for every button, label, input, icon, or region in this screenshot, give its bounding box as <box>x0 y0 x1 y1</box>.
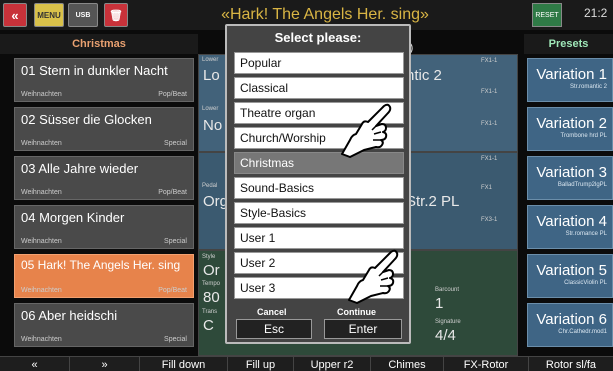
trash-icon[interactable]: 🗑 <box>104 3 128 27</box>
song-category: Weihnachten <box>21 336 62 343</box>
upper-r2-button[interactable]: Upper r2 <box>294 357 371 371</box>
song-item-3[interactable]: 03 Alle Jahre wieder Weihnachten Pop/Bea… <box>14 156 194 200</box>
option-classical[interactable]: Classical <box>234 77 404 99</box>
song-category: Weihnachten <box>21 189 62 196</box>
continue-label: Continue <box>337 307 376 317</box>
preset-variation-2[interactable]: Variation 2 Trombone hrd PL <box>527 107 613 151</box>
preset-sub: BalladTrump2lgPL <box>557 182 607 188</box>
preset-name: Variation 4 <box>536 213 607 230</box>
option-sound-basics[interactable]: Sound-Basics <box>234 177 404 199</box>
upper-voice-text: ntic 2 <box>406 67 442 84</box>
barcount-value: 1 <box>435 295 444 312</box>
preset-name: Variation 2 <box>536 115 607 132</box>
lower-label: Lower <box>202 57 219 63</box>
no-text: No <box>203 117 223 134</box>
tempo-label: Tempo <box>202 281 221 287</box>
style-value: Or <box>203 262 220 279</box>
fx-label: FX1-1 <box>481 89 498 95</box>
song-name: 01 Stern in dunkler Nacht <box>21 63 168 78</box>
signature-value: 4/4 <box>435 327 456 344</box>
usb-icon[interactable]: USB <box>68 3 98 27</box>
song-item-4[interactable]: 04 Morgen Kinder Weihnachten Special <box>14 205 194 249</box>
option-user-1[interactable]: User 1 <box>234 227 404 249</box>
bottom-bar: « » Fill down Fill up Upper r2 Chimes FX… <box>0 356 613 371</box>
list-header: Christmas <box>0 34 198 54</box>
preset-name: Variation 6 <box>536 311 607 328</box>
dialog-title: Select please: <box>274 30 362 45</box>
song-name: 02 Süsser die Glocken <box>21 112 152 127</box>
preset-name: Variation 3 <box>536 164 607 181</box>
fx-label: FX3-1 <box>481 217 498 223</box>
song-item-1[interactable]: 01 Stern in dunkler Nacht Weihnachten Po… <box>14 58 194 102</box>
style-label: Style <box>202 254 216 260</box>
hand-pointer-icon <box>348 249 399 304</box>
song-item-6[interactable]: 06 Aber heidschi Weihnachten Special <box>14 303 194 347</box>
lower-label: Lower <box>202 106 219 112</box>
trans-label: Trans <box>202 309 218 315</box>
preset-name: Variation 5 <box>536 262 607 279</box>
song-name: 06 Aber heidschi <box>21 308 118 323</box>
preset-variation-4[interactable]: Variation 4 Str.romance PL <box>527 205 613 249</box>
preset-variation-6[interactable]: Variation 6 Chr.Cathedr.mod1 <box>527 303 613 347</box>
fx-label: FX1-1 <box>481 156 498 162</box>
song-title: «Hark! The Angels Her. sing» <box>221 6 429 23</box>
song-name: 04 Morgen Kinder <box>21 210 125 225</box>
clock: 21:2 <box>584 6 608 20</box>
scroll-up-button[interactable]: « <box>0 357 70 371</box>
cancel-label: Cancel <box>257 307 287 317</box>
preset-variation-3[interactable]: Variation 3 BalladTrump2lgPL <box>527 156 613 200</box>
song-style: Special <box>164 238 187 245</box>
trans-value: C <box>203 317 214 334</box>
pedal-label: Pedal <box>202 183 218 189</box>
song-category: Weihnachten <box>21 91 62 98</box>
menu-icon[interactable]: MENU <box>34 3 64 27</box>
option-style-basics[interactable]: Style-Basics <box>234 202 404 224</box>
back-icon[interactable]: « <box>3 3 27 27</box>
preset-sub: Str.romantic 2 <box>569 84 607 90</box>
song-style: Pop/Beat <box>158 91 187 98</box>
song-style: Special <box>164 140 187 147</box>
song-style: Special <box>164 336 187 343</box>
preset-sub: Chr.Cathedr.mod1 <box>558 329 607 335</box>
voice-text: Str.2 PL <box>406 193 460 210</box>
song-name: 05 Hark! The Angels Her. sing <box>21 258 181 272</box>
preset-sub: Str.romance PL <box>565 231 607 237</box>
fx-rotor-button[interactable]: FX-Rotor <box>444 357 529 371</box>
song-name: 03 Alle Jahre wieder <box>21 161 139 176</box>
preset-variation-1[interactable]: Variation 1 Str.romantic 2 <box>527 58 613 102</box>
song-category: Weihnachten <box>21 238 62 245</box>
fx-label: FX1-1 <box>481 121 498 127</box>
song-category: Weihnachten <box>21 287 62 294</box>
song-category: Weihnachten <box>21 140 62 147</box>
preset-name: Variation 1 <box>536 66 607 83</box>
scroll-down-button[interactable]: » <box>70 357 140 371</box>
signature-label: Signature <box>435 319 461 325</box>
barcount-label: Barcount <box>435 287 460 293</box>
option-popular[interactable]: Popular <box>234 52 404 74</box>
song-item-5[interactable]: 05 Hark! The Angels Her. sing Weihnachte… <box>14 254 194 298</box>
fill-up-button[interactable]: Fill up <box>228 357 294 371</box>
fx-label: FX1-1 <box>481 58 498 64</box>
esc-button[interactable]: Esc <box>236 319 312 339</box>
reset-icon[interactable]: RESET <box>532 3 562 27</box>
tempo-value: 80 <box>203 289 220 306</box>
song-item-2[interactable]: 02 Süsser die Glocken Weihnachten Specia… <box>14 107 194 151</box>
chimes-button[interactable]: Chimes <box>371 357 444 371</box>
rotor-speed-button[interactable]: Rotor sl/fa <box>529 357 613 371</box>
hand-pointer-icon <box>341 103 392 158</box>
preset-variation-5[interactable]: Variation 5 ClassicViolin PL <box>527 254 613 298</box>
enter-button[interactable]: Enter <box>324 319 402 339</box>
fx-label: FX1 <box>481 185 493 191</box>
preset-sub: ClassicViolin PL <box>564 280 607 286</box>
song-style: Pop/Beat <box>158 287 187 294</box>
fill-down-button[interactable]: Fill down <box>140 357 228 371</box>
lo-text: Lo <box>203 67 220 84</box>
preset-sub: Trombone hrd PL <box>560 133 607 139</box>
song-style: Pop/Beat <box>158 189 187 196</box>
presets-header: Presets <box>524 34 613 54</box>
